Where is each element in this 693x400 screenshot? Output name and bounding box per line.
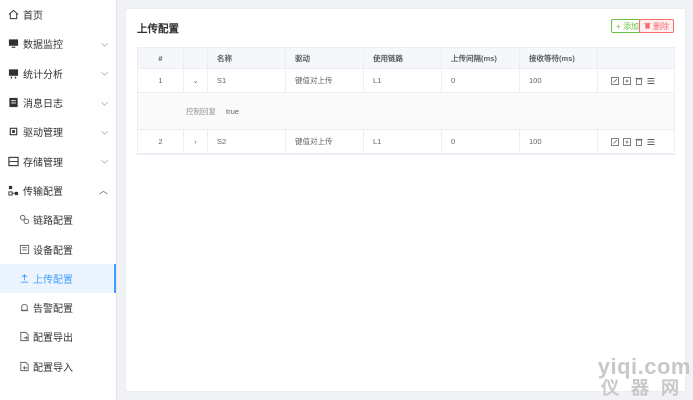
- sidebar-subitem-device[interactable]: 设备配置: [0, 234, 116, 263]
- transfer-icon: [7, 184, 19, 196]
- sidebar-subitem-upload[interactable]: 上传配置: [0, 263, 116, 294]
- list-icon[interactable]: [647, 138, 655, 146]
- sidebar-item-label: 消息日志: [23, 99, 63, 111]
- sidebar-subitem-label: 配置导出: [33, 333, 73, 345]
- table-row: 2 › S2 键值对上传 L1 0 100: [138, 130, 674, 154]
- alarm-icon: [18, 302, 30, 314]
- column-header: [598, 48, 674, 68]
- delete-button-label: 删除: [653, 21, 669, 31]
- sidebar-item-transfer[interactable]: 传输配置 ︿: [0, 176, 116, 205]
- sidebar-subitem-link[interactable]: 链路配置: [0, 205, 116, 234]
- column-header: 驱动: [286, 48, 364, 68]
- table-row: 1 ⌄ S1 键值对上传 L1 0 100: [138, 69, 674, 93]
- sidebar-subitem-export[interactable]: 配置导出: [0, 322, 116, 351]
- row-index: 2: [138, 130, 184, 153]
- sidebar-item-stats[interactable]: 统计分析 ⌵: [0, 59, 116, 88]
- expand-toggle[interactable]: ⌄: [184, 69, 208, 92]
- sidebar-item-label: 传输配置: [23, 186, 63, 198]
- storage-icon: [7, 155, 19, 167]
- table-header: # 名称 驱动 使用链路 上传间隔(ms) 接收等待(ms): [138, 48, 674, 69]
- sidebar-subitem-alarm[interactable]: 告警配置: [0, 293, 116, 322]
- chevron-down-icon: ⌵: [101, 126, 108, 137]
- sidebar-item-home[interactable]: 首页: [0, 0, 116, 29]
- detail-value: true: [226, 106, 239, 116]
- column-header: 使用链路: [364, 48, 442, 68]
- row-driver: 键值对上传: [286, 130, 364, 153]
- chevron-down-icon: ⌵: [101, 97, 108, 108]
- upload-icon: [18, 272, 30, 284]
- sidebar: 首页 数据监控 ⌵ 统计分析 ⌵ 消息日志 ⌵ 驱动管理 ⌵ 存储管理 ⌵ 传输…: [0, 0, 117, 400]
- row-name: S2: [208, 130, 286, 153]
- sidebar-item-storage[interactable]: 存储管理 ⌵: [0, 146, 116, 175]
- sidebar-subitem-label: 告警配置: [33, 304, 73, 316]
- column-header: #: [138, 48, 184, 68]
- edit-icon[interactable]: [611, 76, 619, 85]
- sidebar-subitem-label: 设备配置: [33, 245, 73, 257]
- row-actions: [598, 130, 674, 153]
- sidebar-subitem-label: 配置导入: [33, 362, 73, 374]
- sidebar-item-label: 统计分析: [23, 69, 63, 81]
- column-header: [184, 48, 208, 68]
- trash-icon[interactable]: [635, 77, 643, 85]
- column-header: 名称: [208, 48, 286, 68]
- chevron-down-icon: ⌵: [101, 38, 108, 49]
- chevron-up-icon: ︿: [98, 185, 108, 196]
- import-icon: [18, 360, 30, 372]
- row-name: S1: [208, 69, 286, 92]
- row-wait: 100: [520, 130, 598, 153]
- row-driver: 键值对上传: [286, 69, 364, 92]
- copy-icon[interactable]: [623, 76, 631, 85]
- detail-key: 控制回复: [186, 106, 216, 116]
- chevron-down-icon: ⌵: [101, 155, 108, 166]
- row-interval: 0: [442, 69, 520, 92]
- row-link: L1: [364, 69, 442, 92]
- row-index: 1: [138, 69, 184, 92]
- column-header: 接收等待(ms): [520, 48, 598, 68]
- sidebar-item-label: 数据监控: [23, 40, 63, 52]
- sidebar-item-logs[interactable]: 消息日志 ⌵: [0, 88, 116, 117]
- sidebar-item-monitor[interactable]: 数据监控 ⌵: [0, 29, 116, 58]
- edit-icon[interactable]: [611, 137, 619, 146]
- page-title: 上传配置: [137, 23, 179, 35]
- watermark-line2: 仪器网: [601, 378, 691, 398]
- chip-icon: [7, 126, 19, 138]
- sidebar-item-drivers[interactable]: 驱动管理 ⌵: [0, 117, 116, 146]
- row-actions: [598, 69, 674, 92]
- watermark: yiqi.com 仪器网: [598, 354, 691, 400]
- trash-icon: [644, 22, 651, 31]
- expand-toggle[interactable]: ›: [184, 130, 208, 153]
- sidebar-item-label: 首页: [23, 11, 43, 23]
- chart-icon: [7, 67, 19, 79]
- sidebar-subitem-import[interactable]: 配置导入: [0, 352, 116, 381]
- row-interval: 0: [442, 130, 520, 153]
- upload-config-table: # 名称 驱动 使用链路 上传间隔(ms) 接收等待(ms) 1 ⌄ S1 键值…: [137, 47, 675, 155]
- list-icon[interactable]: [647, 77, 655, 85]
- copy-icon[interactable]: [623, 137, 631, 146]
- sidebar-subitem-label: 链路配置: [33, 216, 73, 228]
- row-wait: 100: [520, 69, 598, 92]
- content-panel: 上传配置 + 添加 删除 # 名称 驱动 使用链路 上传间隔(ms) 接收等待(…: [125, 8, 686, 392]
- sidebar-subitem-label: 上传配置: [33, 274, 73, 286]
- export-icon: [18, 331, 30, 343]
- monitor-icon: [7, 38, 19, 50]
- device-icon: [18, 243, 30, 255]
- trash-icon[interactable]: [635, 138, 643, 146]
- delete-button[interactable]: 删除: [639, 19, 674, 33]
- column-header: 上传间隔(ms): [442, 48, 520, 68]
- row-link: L1: [364, 130, 442, 153]
- log-icon: [7, 97, 19, 109]
- sidebar-item-label: 驱动管理: [23, 128, 63, 140]
- chevron-down-icon: ⌵: [101, 67, 108, 78]
- expanded-row-detail: 控制回复 true: [138, 93, 674, 130]
- link-icon: [18, 214, 30, 226]
- home-icon: [7, 9, 19, 21]
- sidebar-item-label: 存储管理: [23, 157, 63, 169]
